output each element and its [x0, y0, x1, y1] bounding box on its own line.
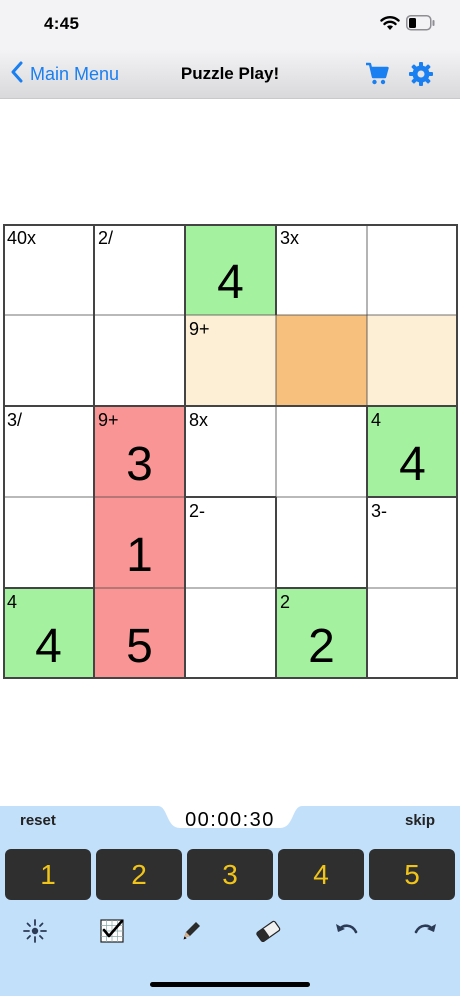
eraser-icon	[254, 918, 282, 949]
status-time: 4:45	[44, 14, 80, 33]
skip-button[interactable]: skip	[405, 812, 435, 829]
cage-label: 3x	[280, 228, 300, 248]
grid-cell-r5c3[interactable]	[185, 588, 276, 679]
puzzle-grid: 40x 2/4 3x 9+ 3/9+ 3 8x 4 4 1 2- 3- 4 4 5 2 2	[3, 224, 458, 679]
number-key-1[interactable]: 1	[5, 849, 91, 900]
cell-value: 1	[126, 529, 153, 582]
grid-cell-r3c3[interactable]: 8x	[185, 406, 276, 497]
grid-cell-r1c4[interactable]: 3x	[276, 224, 367, 315]
cell-value: 2	[308, 620, 335, 673]
pencil-button[interactable]	[176, 920, 206, 946]
number-key-4[interactable]: 4	[278, 849, 364, 900]
eraser-button[interactable]	[253, 920, 283, 946]
number-key-2[interactable]: 2	[96, 849, 182, 900]
hint-button[interactable]	[20, 918, 50, 949]
gear-icon	[408, 62, 434, 91]
grid-cell-r2c4[interactable]	[276, 315, 367, 406]
cage-label: 3/	[7, 410, 23, 430]
check-button[interactable]	[97, 918, 127, 946]
grid-cell-r4c4[interactable]	[276, 497, 367, 588]
grid-cell-r3c4[interactable]	[276, 406, 367, 497]
cell-value: 4	[35, 620, 62, 673]
redo-button[interactable]	[410, 920, 440, 946]
timer: 00:00:30	[185, 809, 275, 831]
cell-value: 3	[126, 438, 153, 491]
cart-button[interactable]	[365, 62, 389, 91]
grid-cell-r1c1[interactable]: 40x	[3, 224, 94, 315]
cage-label: 2/	[98, 228, 114, 248]
undo-button[interactable]	[332, 920, 362, 946]
home-indicator	[150, 982, 310, 987]
grid-cell-r2c3[interactable]: 9+	[185, 315, 276, 406]
redo-icon	[412, 920, 438, 947]
check-grid-icon	[98, 917, 126, 950]
hint-icon	[22, 918, 48, 949]
cage-label: 4	[7, 592, 18, 612]
grid-cell-r4c5[interactable]: 3-	[367, 497, 458, 588]
cell-value: 4	[217, 256, 244, 309]
cart-icon	[365, 62, 389, 90]
cage-label: 9+	[189, 319, 210, 339]
grid-cell-r2c5[interactable]	[367, 315, 458, 406]
grid-cell-r1c2[interactable]: 2/	[94, 224, 185, 315]
settings-button[interactable]	[408, 61, 434, 92]
grid-cell-r5c1[interactable]: 44	[3, 588, 94, 679]
nav-bar: Main Menu Puzzle Play!	[0, 50, 460, 99]
page-title: Puzzle Play!	[180, 64, 280, 83]
grid-cell-r3c2[interactable]: 9+ 3	[94, 406, 185, 497]
grid-cell-r2c2[interactable]	[94, 315, 185, 406]
wifi-icon	[380, 15, 400, 36]
grid-cell-r3c1[interactable]: 3/	[3, 406, 94, 497]
cage-label: 40x	[7, 228, 37, 248]
grid-cell-r4c1[interactable]	[3, 497, 94, 588]
cage-label: 2	[280, 592, 291, 612]
grid-cell-r5c4[interactable]: 22	[276, 588, 367, 679]
pencil-icon	[179, 919, 203, 948]
number-key-5[interactable]: 5	[369, 849, 455, 900]
status-bar: 4:45	[0, 0, 460, 50]
cell-value: 4	[399, 438, 426, 491]
grid-cell-r4c2[interactable]: 1	[94, 497, 185, 588]
cage-label: 4	[371, 410, 382, 430]
undo-icon	[334, 920, 360, 947]
cage-label: 2-	[189, 501, 206, 521]
cage-label: 8x	[189, 410, 209, 430]
grid-cell-r1c3[interactable]: 4	[185, 224, 276, 315]
number-key-3[interactable]: 3	[187, 849, 273, 900]
grid-cell-r4c3[interactable]: 2-	[185, 497, 276, 588]
grid-cell-r1c5[interactable]	[367, 224, 458, 315]
control-panel	[0, 806, 460, 996]
cage-label: 9+	[98, 410, 119, 430]
grid-cell-r3c5[interactable]: 44	[367, 406, 458, 497]
cell-value: 5	[126, 620, 153, 673]
reset-button[interactable]: reset	[20, 812, 56, 829]
grid-cell-r5c2[interactable]: 5	[94, 588, 185, 679]
battery-icon	[406, 15, 436, 36]
grid-cell-r5c5[interactable]	[367, 588, 458, 679]
cage-label: 3-	[371, 501, 388, 521]
grid-cell-r2c1[interactable]	[3, 315, 94, 406]
